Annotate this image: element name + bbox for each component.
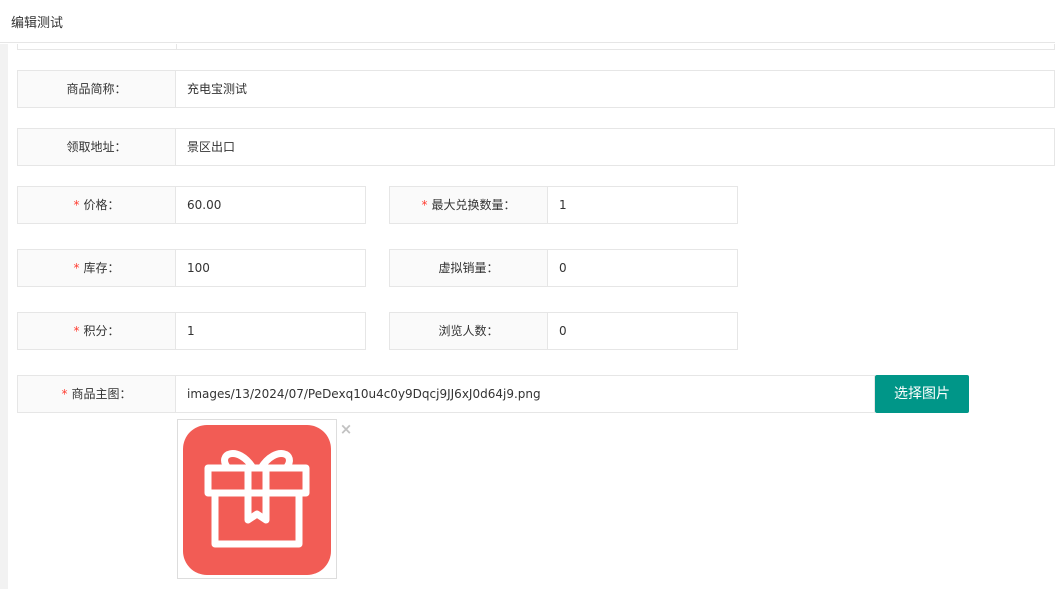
required-mark: * bbox=[61, 387, 68, 401]
select-image-button[interactable]: 选择图片 bbox=[875, 375, 969, 413]
required-mark: * bbox=[73, 324, 80, 338]
price-input[interactable]: 60.00 bbox=[187, 187, 357, 223]
virtual-sales-field: 虚拟销量： 0 bbox=[389, 249, 738, 287]
virtual-sales-input[interactable]: 0 bbox=[559, 250, 729, 286]
stock-input[interactable]: 100 bbox=[187, 250, 357, 286]
price-field: * 价格： 60.00 bbox=[17, 186, 366, 224]
views-input[interactable]: 0 bbox=[559, 313, 729, 349]
points-field: * 积分： 1 bbox=[17, 312, 366, 350]
required-mark: * bbox=[73, 198, 80, 212]
name-field: 商品简称： 充电宝测试 bbox=[17, 70, 1055, 108]
price-label: * 价格： bbox=[18, 187, 176, 223]
gift-icon bbox=[204, 450, 310, 548]
name-input[interactable]: 充电宝测试 bbox=[187, 71, 1037, 107]
page-header: 编辑测试 bbox=[0, 0, 1055, 43]
stock-field: * 库存： 100 bbox=[17, 249, 366, 287]
image-preview bbox=[177, 419, 337, 579]
required-mark: * bbox=[421, 198, 428, 212]
remove-image-button[interactable]: × bbox=[339, 421, 353, 437]
points-input[interactable]: 1 bbox=[187, 313, 357, 349]
address-label: 领取地址： bbox=[18, 129, 176, 165]
address-input[interactable]: 景区出口 bbox=[187, 129, 1037, 165]
required-mark: * bbox=[73, 261, 80, 275]
virtual-sales-label: 虚拟销量： bbox=[390, 250, 548, 286]
main-image-input[interactable]: images/13/2024/07/PeDexq10u4c0y9Dqcj9JJ6… bbox=[187, 376, 867, 412]
name-label: 商品简称： bbox=[18, 71, 176, 107]
max-redeem-field: * 最大兑换数量： 1 bbox=[389, 186, 738, 224]
max-redeem-label: * 最大兑换数量： bbox=[390, 187, 548, 223]
stock-label: * 库存： bbox=[18, 250, 176, 286]
previous-field-stub bbox=[17, 44, 1055, 50]
points-label: * 积分： bbox=[18, 313, 176, 349]
max-redeem-input[interactable]: 1 bbox=[559, 187, 729, 223]
address-field: 领取地址： 景区出口 bbox=[17, 128, 1055, 166]
page-title: 编辑测试 bbox=[11, 16, 64, 31]
left-strip bbox=[0, 44, 8, 589]
views-label: 浏览人数： bbox=[390, 313, 548, 349]
views-field: 浏览人数： 0 bbox=[389, 312, 738, 350]
main-image-label: * 商品主图： bbox=[18, 376, 176, 412]
main-image-field: * 商品主图： images/13/2024/07/PeDexq10u4c0y9D… bbox=[17, 375, 875, 413]
